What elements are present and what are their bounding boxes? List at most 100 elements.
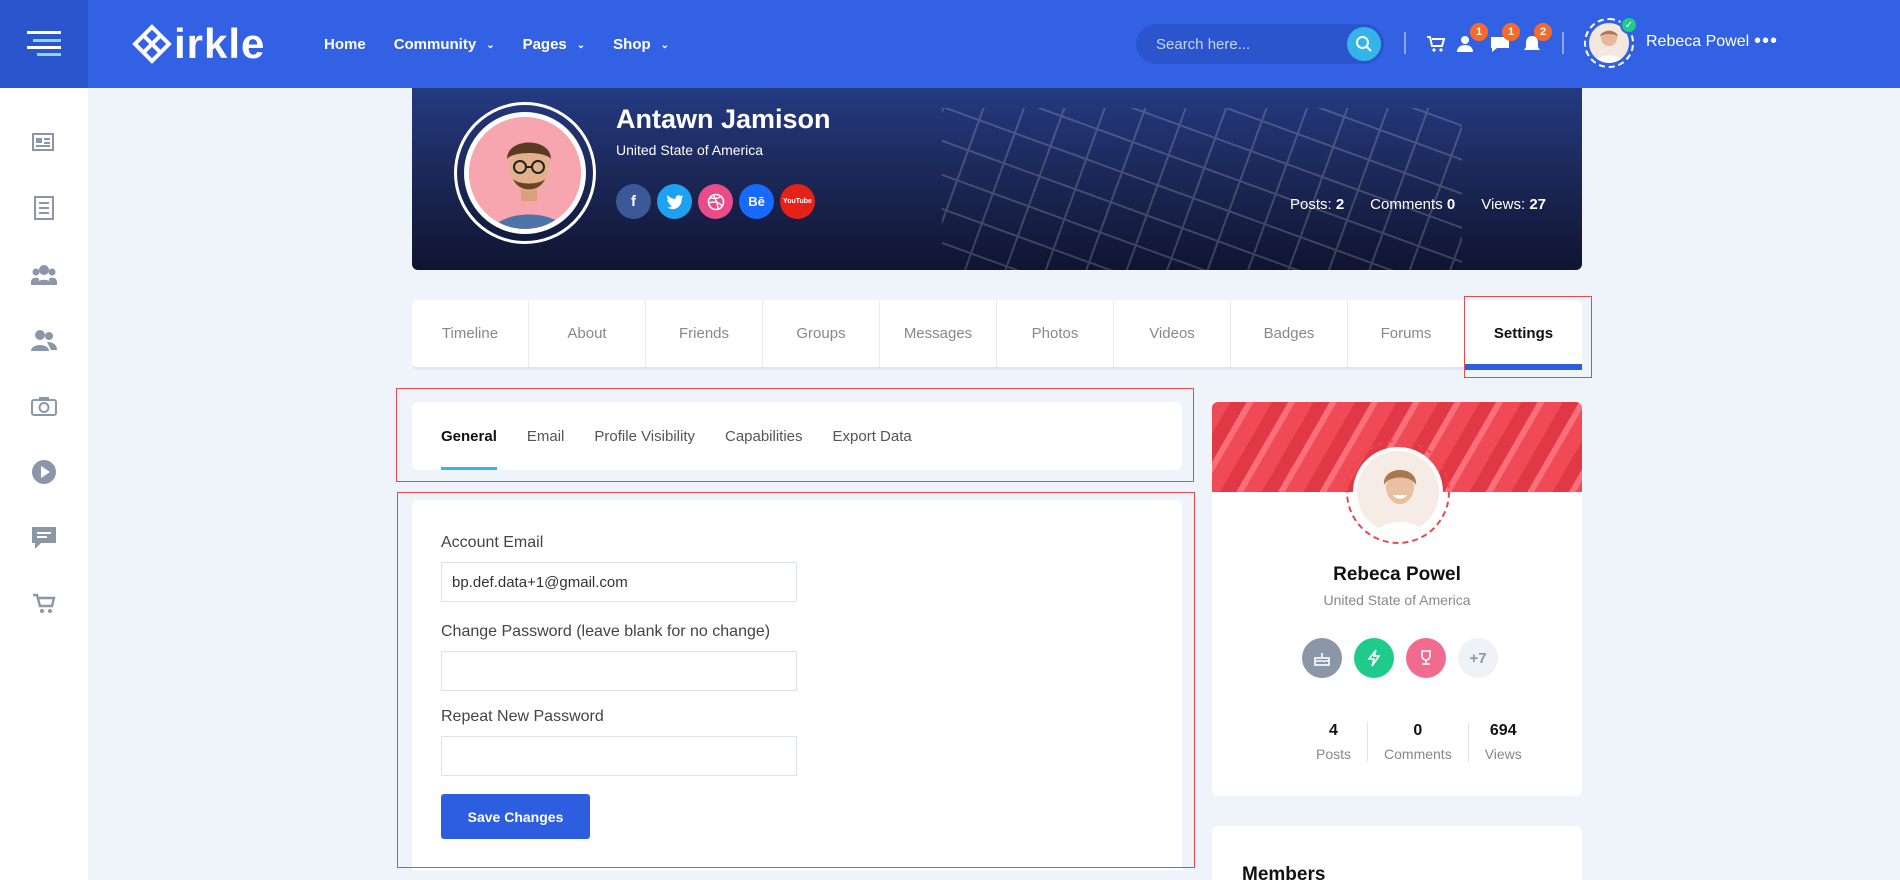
password-field[interactable]	[441, 651, 797, 691]
tab-badges[interactable]: Badges	[1231, 300, 1348, 367]
tab-timeline[interactable]: Timeline	[412, 300, 529, 367]
tab-groups[interactable]: Groups	[763, 300, 880, 367]
messages-button[interactable]: 1	[1488, 23, 1520, 56]
email-label: Account Email	[441, 534, 544, 551]
user-stat-comments: 0 Comments	[1368, 722, 1469, 762]
cart-icon	[1427, 36, 1446, 52]
sidebar-groups[interactable]	[30, 260, 58, 288]
tab-messages[interactable]: Messages	[880, 300, 997, 367]
search-button[interactable]	[1347, 27, 1381, 61]
cart-icon	[33, 593, 56, 613]
group-icon	[31, 265, 57, 285]
more-options-icon[interactable]: •••	[1754, 30, 1778, 53]
sidebar-videos[interactable]	[30, 458, 58, 486]
user-widget-avatar[interactable]	[1346, 440, 1450, 544]
social-links: f Bē YouTube	[616, 184, 815, 219]
subtab-export-data[interactable]: Export Data	[833, 402, 912, 470]
search-box	[1136, 24, 1384, 64]
search-icon	[1356, 36, 1372, 52]
profile-stats: Posts: 2 Comments 0 Views: 27	[1290, 196, 1546, 213]
notification-badge: 2	[1534, 23, 1552, 41]
repeat-password-label: Repeat New Password	[441, 708, 604, 725]
user-badges: +7	[1302, 638, 1498, 678]
friend-requests-button[interactable]: 1	[1456, 23, 1488, 56]
notifications-button[interactable]: 2	[1520, 23, 1552, 56]
views-stat: Views: 27	[1481, 196, 1546, 213]
general-settings-form: Account Email Change Password (leave bla…	[412, 500, 1182, 870]
hamburger-menu-button[interactable]	[0, 0, 88, 88]
sidebar-friends[interactable]	[30, 326, 58, 354]
profile-avatar[interactable]	[454, 102, 596, 244]
user-pair-icon	[31, 330, 57, 351]
nav-home[interactable]: Home	[324, 36, 366, 53]
nav-pages[interactable]: Pages ⌄	[523, 36, 586, 53]
comments-stat: Comments 0	[1370, 196, 1456, 213]
profile-tabs: Timeline About Friends Groups Messages P…	[412, 300, 1582, 370]
tab-photos[interactable]: Photos	[997, 300, 1114, 367]
posts-stat: Posts: 2	[1289, 196, 1345, 213]
password-label: Change Password (leave blank for no chan…	[441, 623, 771, 640]
profile-location: United State of America	[616, 142, 764, 158]
tab-settings[interactable]: Settings	[1465, 300, 1582, 370]
user-widget-stats: 4 Posts 0 Comments 694 Views	[1300, 722, 1538, 762]
cart-button[interactable]	[1424, 32, 1448, 56]
document-icon	[34, 196, 54, 220]
tab-about[interactable]: About	[529, 300, 646, 367]
tab-forums[interactable]: Forums	[1348, 300, 1465, 367]
chevron-down-icon: ⌄	[486, 39, 495, 51]
newspaper-icon	[32, 133, 54, 151]
chevron-down-icon: ⌄	[576, 39, 586, 51]
dribbble-icon[interactable]	[698, 184, 733, 219]
tab-friends[interactable]: Friends	[646, 300, 763, 367]
logo-icon	[132, 24, 172, 64]
tab-videos[interactable]: Videos	[1114, 300, 1231, 367]
hamburger-icon	[27, 31, 61, 56]
sidebar-shop[interactable]	[30, 590, 58, 618]
user-widget-name[interactable]: Rebeca Powel	[1212, 564, 1582, 586]
members-title: Members	[1242, 864, 1326, 880]
twitter-icon[interactable]	[657, 184, 692, 219]
sidebar-messages[interactable]	[30, 524, 58, 552]
save-changes-button[interactable]: Save Changes	[441, 794, 590, 839]
user-stat-views: 694 Views	[1484, 722, 1522, 762]
settings-subtabs: General Email Profile Visibility Capabil…	[412, 402, 1182, 470]
brand-logo[interactable]: irkle	[132, 16, 265, 72]
current-user-name[interactable]: Rebeca Powel	[1646, 33, 1749, 51]
logo-text: irkle	[174, 20, 266, 67]
nav-shop[interactable]: Shop ⌄	[613, 36, 669, 53]
repeat-password-field[interactable]	[441, 736, 797, 776]
subtab-profile-visibility[interactable]: Profile Visibility	[594, 402, 695, 470]
sidebar-pages[interactable]	[30, 194, 58, 222]
sidebar-photos[interactable]	[30, 392, 58, 420]
facebook-icon[interactable]: f	[616, 184, 651, 219]
main-nav: Home Community ⌄ Pages ⌄ Shop ⌄	[324, 0, 697, 88]
user-avatar[interactable]: ✓	[1584, 16, 1638, 68]
camera-icon	[31, 397, 57, 416]
divider	[1404, 32, 1406, 54]
avatar-image	[1353, 447, 1443, 537]
behance-icon[interactable]: Bē	[739, 184, 774, 219]
nav-community[interactable]: Community ⌄	[394, 36, 495, 53]
members-widget: Members	[1212, 826, 1582, 880]
user-widget-location: United State of America	[1323, 592, 1471, 608]
notification-badge: 1	[1470, 23, 1488, 41]
youtube-icon[interactable]: YouTube	[780, 184, 815, 219]
top-bar: irkle Home Community⌄ Pages⌄ Shop⌄ 1 1 2…	[0, 0, 1900, 88]
subtab-email[interactable]: Email	[527, 402, 565, 470]
search-input[interactable]	[1156, 35, 1336, 53]
chevron-down-icon: ⌄	[660, 39, 670, 51]
lightning-badge-icon[interactable]	[1354, 638, 1394, 678]
message-icon	[32, 527, 56, 549]
divider	[1562, 32, 1564, 54]
cover-image	[942, 108, 1462, 270]
more-badges[interactable]: +7	[1458, 638, 1498, 678]
subtab-capabilities[interactable]: Capabilities	[725, 402, 803, 470]
subtab-general[interactable]: General	[441, 402, 497, 470]
avatar-image	[464, 112, 586, 234]
sidebar-newsfeed[interactable]	[30, 128, 58, 156]
trophy-badge-icon[interactable]	[1406, 638, 1446, 678]
email-field[interactable]	[441, 562, 797, 602]
user-widget: Rebeca Powel United State of America +7 …	[1212, 402, 1582, 796]
cake-badge-icon[interactable]	[1302, 638, 1342, 678]
play-icon	[32, 460, 56, 484]
